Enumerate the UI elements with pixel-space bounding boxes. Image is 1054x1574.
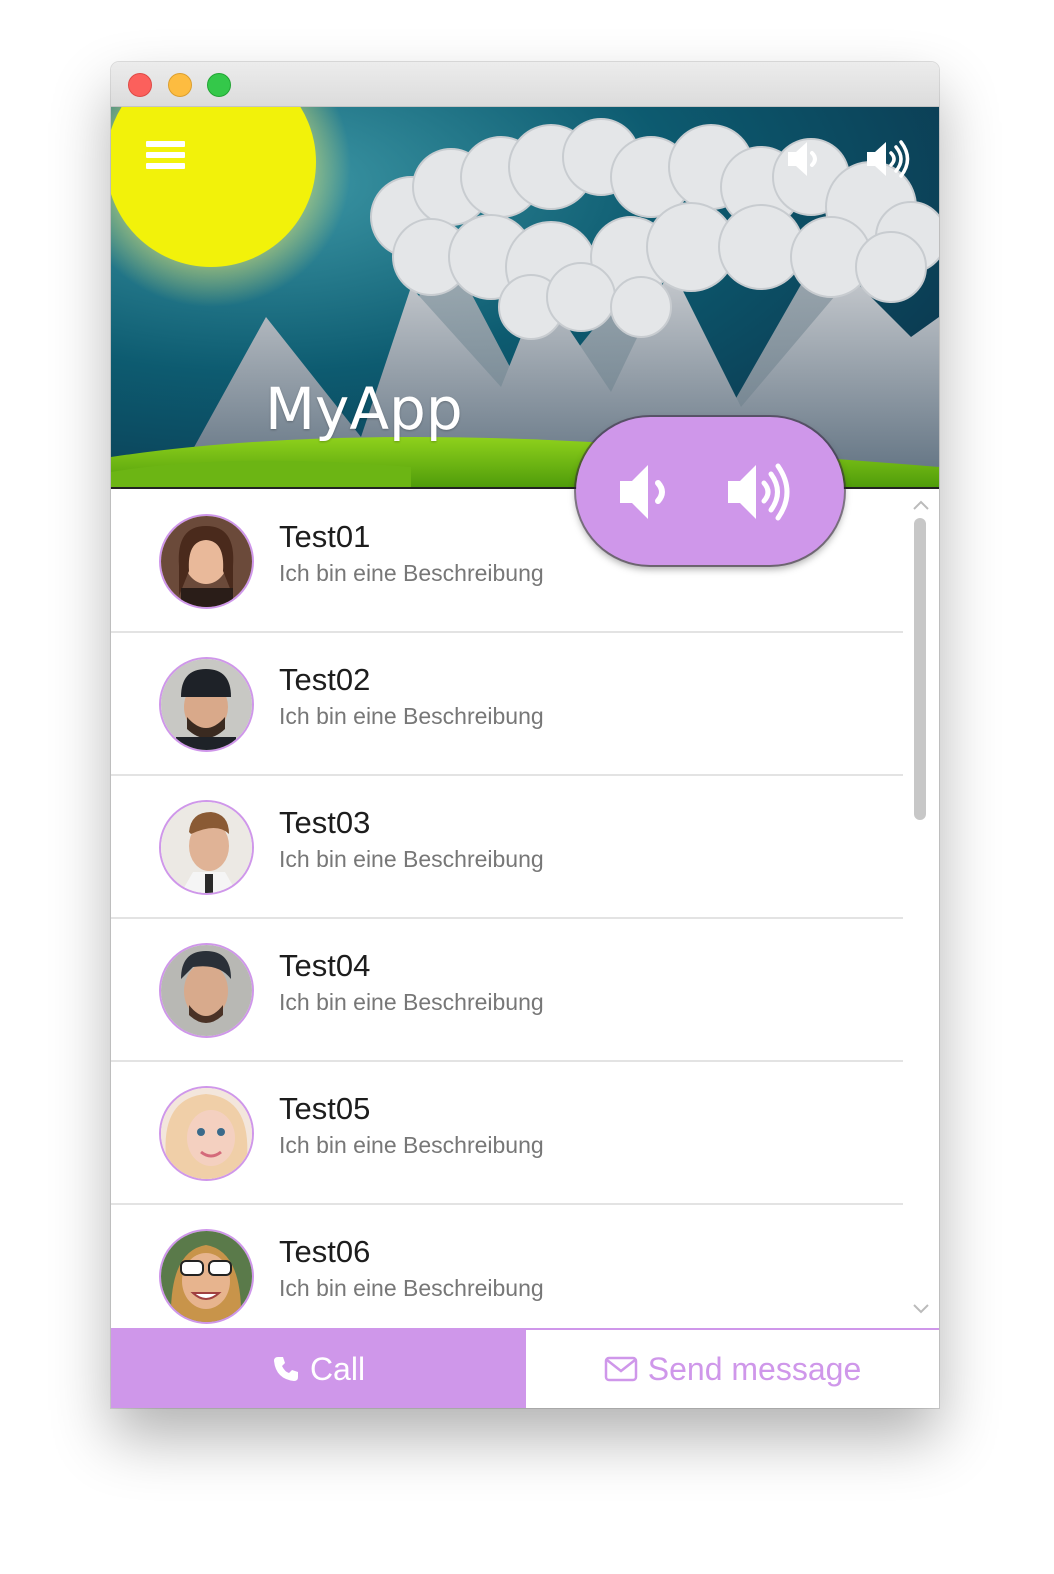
contact-description: Ich bin eine Beschreibung [279,560,544,586]
avatar-image [161,516,252,607]
avatar [159,1229,254,1324]
volume-up-icon [867,140,910,178]
scroll-down-arrow-icon[interactable] [912,1302,930,1316]
contact-name: Test04 [279,948,371,983]
avatar-image [161,802,252,893]
contact-row[interactable]: Test03 Ich bin eine Beschreibung [111,776,903,919]
close-window-button[interactable] [128,73,152,97]
volume-down-icon [620,465,665,519]
send-message-button[interactable]: Send message [526,1330,939,1408]
send-message-label: Send message [647,1350,862,1387]
app-title: MyApp [265,375,463,443]
avatar [159,657,254,752]
contact-row[interactable]: Test05 Ich bin eine Beschreibung [111,1062,903,1205]
avatar-image [161,1231,252,1322]
call-button[interactable]: Call [111,1330,526,1408]
contact-description: Ich bin eine Beschreibung [279,1275,544,1301]
contact-name: Test06 [279,1234,371,1269]
volume-fab [576,417,844,565]
contact-description: Ich bin eine Beschreibung [279,1132,544,1158]
avatar-image [161,1088,252,1179]
hamburger-menu-button[interactable] [146,137,190,177]
avatar [159,800,254,895]
window-titlebar[interactable] [111,62,939,107]
volume-up-icon [728,463,790,521]
envelope-icon [604,1356,638,1382]
zoom-window-button[interactable] [207,73,231,97]
phone-icon [272,1355,300,1383]
contact-description: Ich bin eine Beschreibung [279,703,544,729]
minimize-window-button[interactable] [168,73,192,97]
avatar-image [161,945,252,1036]
list-scrollbar[interactable] [903,490,939,1328]
contact-row[interactable]: Test04 Ich bin eine Beschreibung [111,919,903,1062]
contact-row[interactable]: Test06 Ich bin eine Beschreibung [111,1205,903,1328]
contact-name: Test03 [279,805,371,840]
contact-name: Test02 [279,662,371,697]
action-bar: Call Send message [111,1328,939,1408]
app-window: MyApp Test01 Ich bin eine Beschreibung T… [111,62,939,1408]
volume-down-button[interactable] [780,134,830,184]
contact-row[interactable]: Test02 Ich bin eine Beschreibung [111,633,903,776]
contact-name: Test01 [279,519,371,554]
menu-bar [146,141,185,147]
avatar [159,514,254,609]
contact-description: Ich bin eine Beschreibung [279,846,544,872]
contact-list[interactable]: Test01 Ich bin eine Beschreibung Test02 … [111,490,939,1328]
fab-volume-up-button[interactable] [724,457,804,527]
scroll-up-arrow-icon[interactable] [912,498,930,512]
menu-bar [146,163,185,169]
volume-down-icon [788,142,817,176]
contact-description: Ich bin eine Beschreibung [279,989,544,1015]
contact-name: Test05 [279,1091,371,1126]
fab-volume-down-button[interactable] [612,457,692,527]
call-label: Call [309,1350,366,1387]
scroll-thumb[interactable] [914,518,926,820]
menu-bar [146,152,185,158]
avatar [159,943,254,1038]
avatar-image [161,659,252,750]
volume-up-button[interactable] [863,134,913,184]
avatar [159,1086,254,1181]
